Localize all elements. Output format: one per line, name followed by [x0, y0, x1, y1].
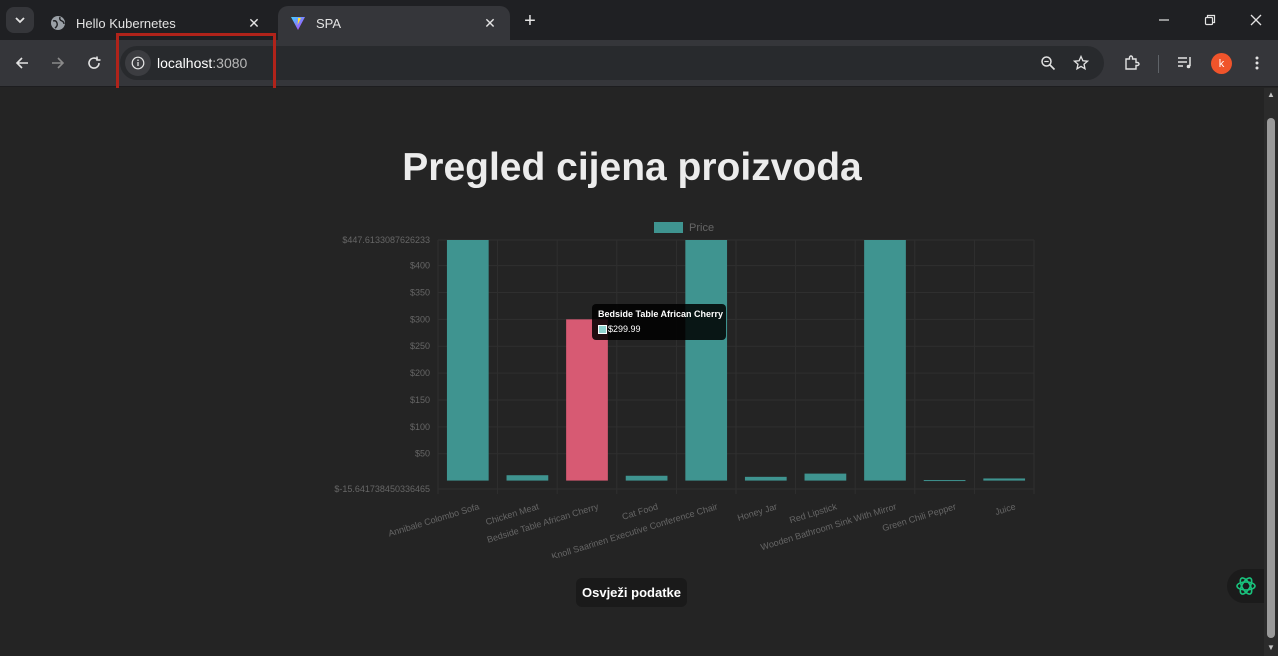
x-tick-label: Cat Food	[621, 501, 659, 521]
chart-bar	[923, 480, 966, 482]
new-tab-button[interactable]: +	[518, 9, 542, 33]
refresh-data-button[interactable]: Osvježi podatke	[576, 578, 687, 607]
forward-button[interactable]	[47, 52, 69, 74]
scroll-down-icon[interactable]: ▼	[1267, 644, 1275, 652]
star-icon	[1073, 55, 1089, 71]
y-tick-label: $400	[410, 261, 430, 271]
minimize-icon	[1159, 19, 1169, 21]
legend-label[interactable]: Price	[689, 222, 714, 234]
chart-bar	[566, 319, 608, 481]
legend-swatch[interactable]	[654, 222, 683, 233]
reload-button[interactable]	[83, 52, 105, 74]
tab-spa[interactable]: SPA ✕	[278, 6, 510, 40]
profile-avatar[interactable]: k	[1211, 53, 1232, 74]
page-scrollbar[interactable]: ▲ ▼	[1264, 88, 1278, 656]
globe-icon	[50, 15, 66, 31]
close-tab-icon[interactable]: ✕	[246, 15, 262, 31]
zoom-button[interactable]	[1038, 53, 1058, 73]
y-tick-label: $250	[410, 341, 430, 351]
y-tick-label: $200	[410, 368, 430, 378]
y-tick-label: $100	[410, 422, 430, 432]
url-highlight-annotation	[116, 33, 276, 91]
chart-bar	[506, 475, 549, 481]
close-window-button[interactable]	[1244, 8, 1268, 32]
scrollbar-thumb[interactable]	[1267, 118, 1275, 638]
chart-bar	[685, 240, 728, 481]
y-tick-label: $-15.641738450336465	[334, 484, 430, 494]
toolbar-separator	[1158, 55, 1159, 73]
chart-bar	[744, 476, 787, 481]
chevron-down-icon	[15, 17, 25, 24]
browser-menu-button[interactable]	[1246, 52, 1268, 74]
y-tick-label: $150	[410, 395, 430, 405]
x-tick-label: Bedside Table African Cherry	[486, 501, 600, 545]
queue-music-icon	[1178, 57, 1191, 69]
arrow-left-icon	[15, 57, 28, 69]
page-content: Pregled cijena proizvoda Price $447.6133…	[0, 88, 1264, 656]
tooltip-value: $299.99	[608, 324, 641, 334]
x-tick-label: Annibale Colombo Sofa	[387, 501, 480, 538]
media-controls-button[interactable]	[1174, 52, 1196, 74]
y-tick-label: $350	[410, 287, 430, 297]
scroll-up-icon[interactable]: ▲	[1267, 91, 1275, 99]
reload-icon	[88, 56, 101, 69]
vite-icon	[290, 15, 306, 31]
minimize-button[interactable]	[1152, 8, 1176, 32]
openai-icon	[1235, 577, 1256, 595]
y-tick-label: $300	[410, 314, 430, 324]
chart-tooltip: Bedside Table African Cherry $299.99	[592, 304, 726, 340]
chart-bar	[983, 478, 1026, 481]
chart-bar	[446, 240, 489, 481]
arrow-right-icon	[52, 57, 65, 69]
chart-bar	[625, 475, 668, 481]
y-tick-label: $447.6133087626233	[342, 235, 430, 245]
restore-button[interactable]	[1198, 8, 1222, 32]
x-tick-label: Honey Jar	[736, 501, 778, 523]
restore-icon	[1204, 14, 1216, 26]
puzzle-icon	[1125, 55, 1140, 70]
close-icon	[1250, 14, 1262, 26]
chart-bar	[864, 240, 906, 481]
close-tab-icon[interactable]: ✕	[482, 15, 498, 31]
tooltip-swatch	[598, 325, 607, 334]
tab-title: Hello Kubernetes	[76, 15, 176, 31]
x-tick-label: Juice	[994, 501, 1017, 517]
ai-assistant-button[interactable]	[1227, 569, 1264, 603]
more-vert-icon	[1255, 56, 1259, 70]
back-button[interactable]	[11, 52, 33, 74]
zoom-icon	[1041, 56, 1056, 71]
chart-bar	[804, 473, 847, 481]
tab-search-button[interactable]	[6, 7, 34, 33]
tab-title: SPA	[316, 15, 342, 31]
y-tick-label: $50	[415, 449, 430, 459]
tooltip-title: Bedside Table African Cherry	[598, 309, 724, 319]
extensions-button[interactable]	[1121, 52, 1143, 74]
bookmark-button[interactable]	[1071, 53, 1091, 73]
